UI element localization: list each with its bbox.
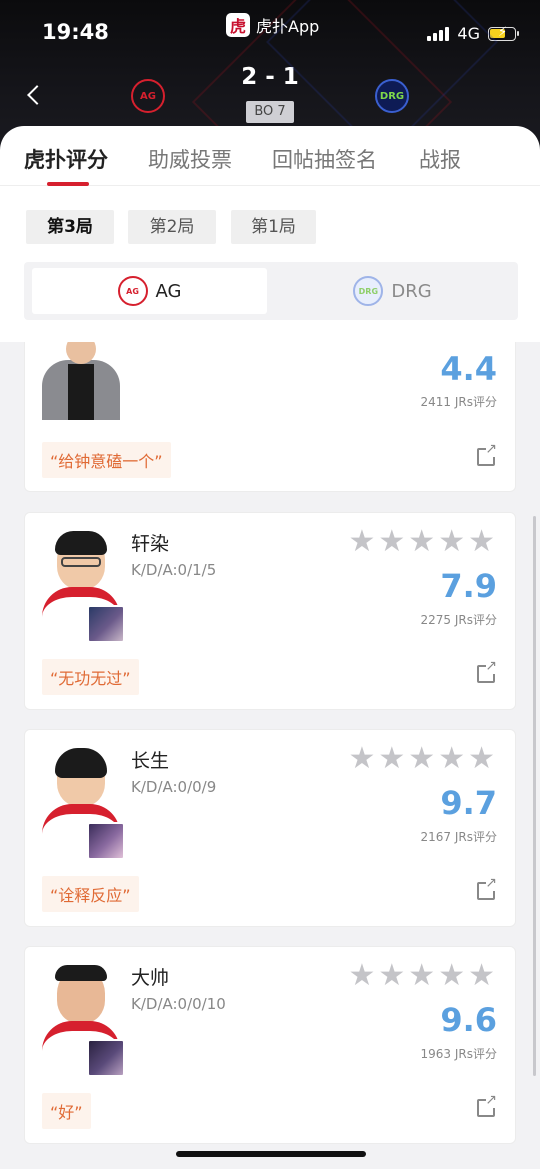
star-rating[interactable]: ★ ★ ★ ★ ★	[348, 744, 495, 774]
share-icon[interactable]	[477, 875, 497, 900]
share-icon[interactable]	[477, 441, 497, 466]
game-1-button[interactable]: 第1局	[231, 210, 316, 244]
player-card[interactable]: 长生 K/D/A:0/0/9 ★ ★ ★ ★ ★ 9.7 2167 JRs评分 …	[24, 729, 516, 927]
status-indicators: 4G ⚡	[427, 24, 519, 43]
team-toggle-ag-label: AG	[155, 280, 182, 302]
player-name: 轩染	[131, 533, 170, 555]
star-icon[interactable]: ★	[408, 744, 435, 774]
team-b-logo[interactable]: DRG	[375, 79, 409, 113]
game-3-button[interactable]: 第3局	[26, 210, 114, 244]
star-icon[interactable]: ★	[378, 527, 405, 557]
active-tab-indicator	[47, 182, 89, 186]
star-rating[interactable]: ★ ★ ★ ★ ★	[348, 961, 495, 991]
star-rating[interactable]: ★ ★ ★ ★ ★	[348, 527, 495, 557]
star-icon[interactable]: ★	[408, 527, 435, 557]
player-votes: 2411 JRs评分	[420, 395, 497, 409]
match-score: 2 - 1	[241, 64, 299, 90]
ag-logo-icon: AG	[117, 276, 148, 306]
star-icon[interactable]: ★	[348, 527, 375, 557]
player-votes: 1963 JRs评分	[420, 1047, 497, 1061]
tab-bar: 虎扑评分 助威投票 回帖抽签名 战报	[0, 126, 540, 186]
team-toggle-drg-label: DRG	[391, 280, 432, 302]
player-comment: “无功无过”	[42, 659, 139, 695]
star-icon[interactable]: ★	[348, 961, 375, 991]
player-card[interactable]: 4.4 2411 JRs评分 “给钟意磕一个”	[24, 342, 516, 492]
hero-portrait-icon	[87, 822, 125, 860]
star-icon[interactable]: ★	[438, 961, 465, 991]
star-icon[interactable]: ★	[378, 961, 405, 991]
series-format-badge: BO 7	[246, 101, 294, 123]
star-icon[interactable]: ★	[348, 744, 375, 774]
hero-portrait-icon	[87, 1039, 125, 1077]
battery-icon: ⚡	[488, 25, 519, 41]
app-name: 虎扑App	[256, 17, 320, 36]
player-comment: “给钟意磕一个”	[42, 442, 171, 478]
player-kda: K/D/A:0/0/10	[131, 995, 226, 1013]
player-comment: “诠释反应”	[42, 876, 139, 912]
hero-portrait-icon	[87, 605, 125, 643]
player-kda: K/D/A:0/1/5	[131, 561, 217, 579]
player-card[interactable]: 大帅 K/D/A:0/0/10 ★ ★ ★ ★ ★ 9.6 1963 JRs评分…	[24, 946, 516, 1144]
share-icon[interactable]	[477, 1092, 497, 1117]
player-card[interactable]: 轩染 K/D/A:0/1/5 ★ ★ ★ ★ ★ 7.9 2275 JRs评分 …	[24, 512, 516, 710]
player-rating: 4.4	[440, 350, 497, 388]
player-rating: 9.7	[440, 784, 497, 822]
player-name: 大帅	[131, 967, 170, 989]
home-indicator[interactable]	[176, 1151, 366, 1157]
star-icon[interactable]: ★	[438, 744, 465, 774]
app-badge[interactable]: 虎 虎扑App	[226, 13, 319, 37]
star-icon[interactable]: ★	[468, 527, 495, 557]
player-comment: “好”	[42, 1093, 91, 1129]
network-label: 4G	[457, 24, 480, 43]
player-rating: 7.9	[440, 567, 497, 605]
star-icon[interactable]: ★	[438, 527, 465, 557]
signal-icon	[427, 26, 450, 41]
tab-reply-lottery[interactable]: 回帖抽签名	[272, 144, 377, 174]
team-toggle: AG AG DRG DRG	[24, 262, 518, 320]
drg-logo-icon: DRG	[353, 276, 384, 306]
share-icon[interactable]	[477, 658, 497, 683]
star-icon[interactable]: ★	[378, 744, 405, 774]
player-rating: 9.6	[440, 1001, 497, 1039]
ratings-panel: 虎扑评分 助威投票 回帖抽签名 战报 第3局 第2局 第1局 AG AG DRG…	[0, 126, 540, 342]
star-icon[interactable]: ★	[408, 961, 435, 991]
scrollbar[interactable]	[533, 516, 536, 1076]
star-icon[interactable]: ★	[468, 961, 495, 991]
team-toggle-ag[interactable]: AG AG	[32, 268, 267, 314]
player-votes: 2167 JRs评分	[420, 830, 497, 844]
status-time: 19:48	[42, 20, 109, 44]
player-votes: 2275 JRs评分	[420, 613, 497, 627]
game-2-button[interactable]: 第2局	[128, 210, 216, 244]
player-name: 长生	[131, 750, 170, 772]
player-kda: K/D/A:0/0/9	[131, 778, 217, 796]
star-icon[interactable]: ★	[468, 744, 495, 774]
team-toggle-drg[interactable]: DRG DRG	[275, 268, 510, 314]
player-avatar	[42, 342, 120, 420]
tab-hupu-rating[interactable]: 虎扑评分	[24, 144, 108, 174]
hupu-logo-icon: 虎	[226, 13, 250, 37]
tab-cheer-vote[interactable]: 助威投票	[148, 144, 232, 174]
tab-report[interactable]: 战报	[419, 144, 461, 174]
